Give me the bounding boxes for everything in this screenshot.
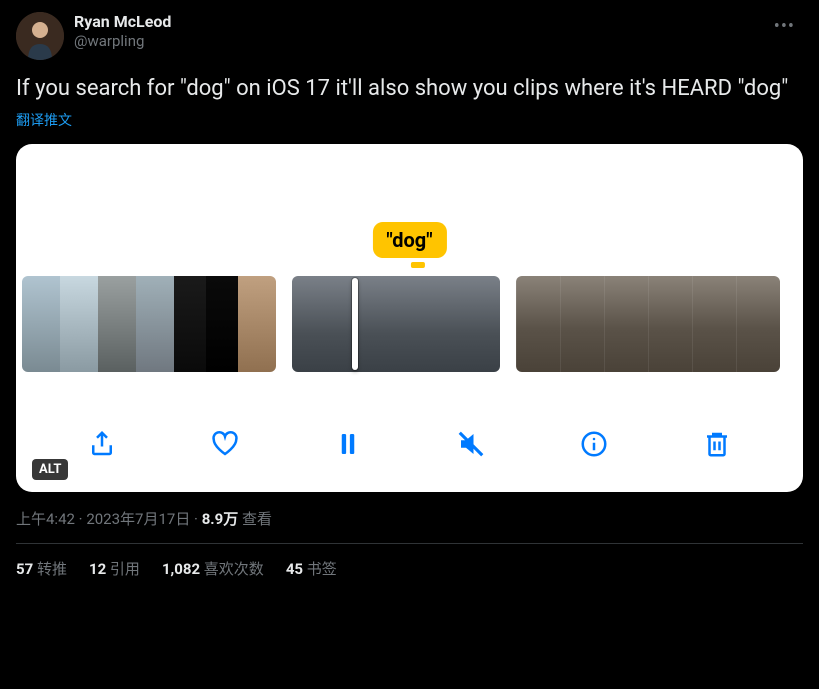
clip-frame bbox=[736, 276, 780, 372]
translate-link[interactable]: 翻译推文 bbox=[16, 110, 803, 130]
playhead[interactable] bbox=[352, 278, 358, 370]
media-toolbar bbox=[16, 424, 803, 464]
tweet-text: If you search for "dog" on iOS 17 it'll … bbox=[16, 74, 803, 104]
ellipsis-icon: ••• bbox=[774, 16, 795, 37]
mute-button[interactable] bbox=[451, 424, 491, 464]
info-button[interactable] bbox=[574, 424, 614, 464]
stat-label: 引用 bbox=[110, 560, 140, 578]
clip-frame bbox=[560, 276, 604, 372]
search-label-bubble: "dog" bbox=[372, 222, 446, 258]
avatar[interactable] bbox=[16, 12, 64, 60]
more-button[interactable]: ••• bbox=[766, 12, 803, 41]
share-icon bbox=[87, 429, 117, 459]
clip-frame bbox=[136, 276, 174, 372]
stat-count: 45 bbox=[286, 560, 303, 578]
views-label: 查看 bbox=[242, 510, 272, 528]
clip-frame bbox=[22, 276, 60, 372]
clip-frame bbox=[448, 276, 500, 372]
clip-frame bbox=[60, 276, 98, 372]
clip-frame bbox=[174, 276, 206, 372]
clip-frame bbox=[396, 276, 448, 372]
clip-frame bbox=[648, 276, 692, 372]
clip-group[interactable] bbox=[22, 276, 276, 372]
stat-bookmarks[interactable]: 45 书签 bbox=[286, 558, 337, 579]
tweet: Ryan McLeod @warpling ••• If you search … bbox=[0, 0, 819, 591]
display-name[interactable]: Ryan McLeod bbox=[74, 12, 756, 32]
tweet-header: Ryan McLeod @warpling ••• bbox=[16, 12, 803, 60]
heart-button[interactable] bbox=[205, 424, 245, 464]
info-icon bbox=[579, 429, 609, 459]
trash-icon bbox=[702, 429, 732, 459]
pause-button[interactable] bbox=[328, 424, 368, 464]
avatar-image bbox=[16, 12, 64, 60]
handle[interactable]: @warpling bbox=[74, 32, 756, 51]
clip-group[interactable] bbox=[516, 276, 780, 372]
clip-frame bbox=[98, 276, 136, 372]
divider bbox=[16, 543, 803, 544]
clip-group[interactable] bbox=[292, 276, 500, 372]
share-button[interactable] bbox=[82, 424, 122, 464]
stat-likes[interactable]: 1,082 喜欢次数 bbox=[162, 558, 264, 579]
stat-label: 喜欢次数 bbox=[204, 560, 264, 578]
clip-frame bbox=[692, 276, 736, 372]
tweet-meta: 上午4:42 · 2023年7月17日 · 8.9万 查看 bbox=[16, 508, 803, 529]
clip-frame bbox=[292, 276, 344, 372]
meta-date[interactable]: 2023年7月17日 bbox=[86, 510, 190, 528]
stat-count: 12 bbox=[89, 560, 106, 578]
media-card[interactable]: "dog" bbox=[16, 144, 803, 492]
stat-count: 1,082 bbox=[162, 560, 200, 578]
clip-frame bbox=[604, 276, 648, 372]
meta-time[interactable]: 上午4:42 bbox=[16, 510, 75, 528]
stat-label: 转推 bbox=[37, 560, 67, 578]
author-names: Ryan McLeod @warpling bbox=[74, 12, 756, 51]
clip-frame bbox=[206, 276, 238, 372]
tweet-stats: 57 转推 12 引用 1,082 喜欢次数 45 书签 bbox=[16, 558, 803, 579]
views-count: 8.9万 bbox=[202, 510, 239, 528]
stat-quotes[interactable]: 12 引用 bbox=[89, 558, 140, 579]
stat-retweets[interactable]: 57 转推 bbox=[16, 558, 67, 579]
pause-icon bbox=[333, 429, 363, 459]
mute-icon bbox=[456, 429, 486, 459]
trash-button[interactable] bbox=[697, 424, 737, 464]
clip-timeline[interactable] bbox=[16, 276, 803, 372]
stat-label: 书签 bbox=[307, 560, 337, 578]
alt-badge[interactable]: ALT bbox=[32, 459, 68, 480]
stat-count: 57 bbox=[16, 560, 33, 578]
clip-frame bbox=[516, 276, 560, 372]
clip-frame bbox=[238, 276, 276, 372]
heart-icon bbox=[210, 429, 240, 459]
